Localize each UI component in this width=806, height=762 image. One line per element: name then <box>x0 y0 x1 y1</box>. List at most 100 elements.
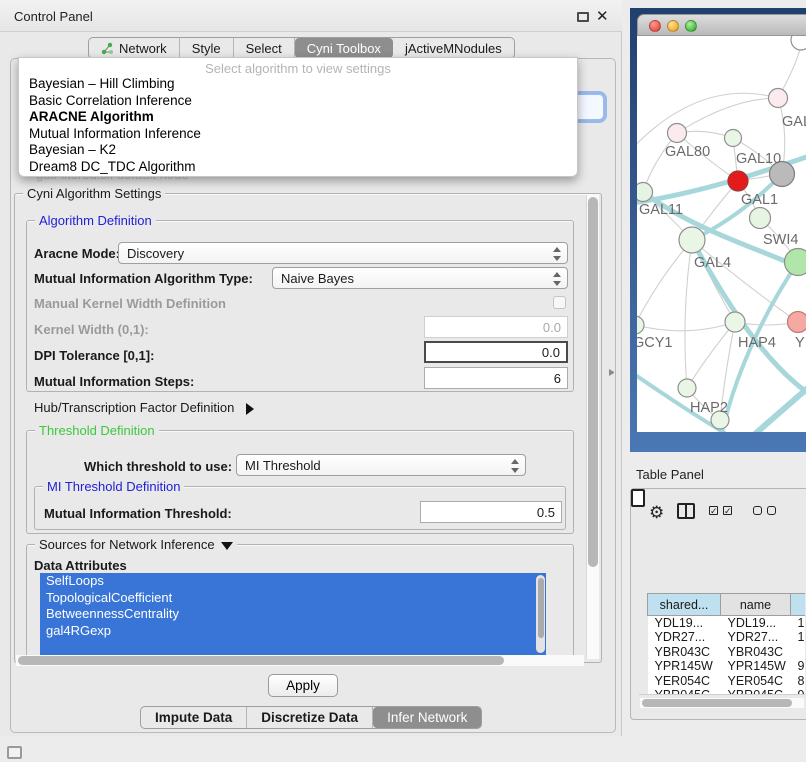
network-graph: GAL GAL80 GAL10 GAL1 GAL11 SWI4 GAL4 GCY… <box>637 36 806 432</box>
tab-cyni-toolbox[interactable]: Cyni Toolbox <box>295 38 393 58</box>
node-label: SWI4 <box>763 232 798 248</box>
mi-steps-label: Mutual Information Steps: <box>34 374 194 389</box>
attributes-scrollbar[interactable] <box>536 575 545 653</box>
algorithm-dropdown-popup: Select algorithm to view settings Bayesi… <box>18 57 578 177</box>
attribute-item[interactable]: SelfLoops <box>40 573 546 590</box>
dpi-tolerance-field[interactable]: 0.0 <box>424 341 568 363</box>
expander-down-icon[interactable] <box>221 542 233 550</box>
node-label: GAL11 <box>639 202 683 218</box>
apply-button[interactable]: Apply <box>268 674 338 697</box>
combo-stepper-icon <box>552 246 562 262</box>
close-icon[interactable]: ✕ <box>596 7 609 25</box>
attributes-scrollbar-thumb[interactable] <box>538 578 544 638</box>
table-horizontal-scrollbar-thumb[interactable] <box>642 699 792 707</box>
table-row[interactable]: YER054CYER054C8. <box>648 674 806 689</box>
table-horizontal-scrollbar[interactable] <box>640 698 804 708</box>
columns-icon[interactable] <box>677 503 695 519</box>
node-label: GAL1 <box>741 192 778 208</box>
algorithm-option[interactable]: Bayesian – Hill Climbing <box>19 76 577 93</box>
algorithm-popup-prompt: Select algorithm to view settings <box>19 58 577 76</box>
network-canvas[interactable]: GAL GAL80 GAL10 GAL1 GAL11 SWI4 GAL4 GCY… <box>637 36 806 432</box>
tab-jactivemnodules[interactable]: jActiveMNodules <box>393 38 514 58</box>
mi-type-combo[interactable]: Naive Bayes <box>272 267 568 289</box>
expander-right-icon <box>246 403 254 415</box>
sources-group-title: Sources for Network Inference <box>35 537 237 552</box>
table-scroll-area[interactable]: shared... name A YDL19...YDL19...13 YDR2… <box>639 541 805 695</box>
column-header-name[interactable]: name <box>721 594 791 616</box>
algorithm-option[interactable]: Basic Correlation Inference <box>19 93 577 110</box>
tab-network[interactable]: Network <box>89 38 180 58</box>
tab-cyni-toolbox-label: Cyni Toolbox <box>307 41 381 56</box>
algorithm-option[interactable]: Dream8 DC_TDC Algorithm <box>19 159 577 176</box>
network-icon <box>101 42 114 55</box>
manual-kernel-width-checkbox[interactable] <box>553 296 566 309</box>
document-icon[interactable] <box>631 489 645 507</box>
combo-stepper-icon <box>510 458 520 474</box>
bottom-tab-bar: Impute Data Discretize Data Infer Networ… <box>140 706 482 729</box>
which-threshold-label: Which threshold to use: <box>84 459 232 474</box>
algorithm-definition-title: Algorithm Definition <box>35 213 156 228</box>
network-edges-teal <box>637 154 806 432</box>
node-label: GAL4 <box>694 255 731 271</box>
splitpane-grabber[interactable] <box>609 369 616 376</box>
table-row[interactable]: YDL19...YDL19...13 <box>648 616 806 631</box>
table-row[interactable]: YDR27...YDR27...12 <box>648 630 806 645</box>
attribute-item[interactable]: TopologicalCoefficient <box>40 590 546 607</box>
aracne-mode-combo[interactable]: Discovery <box>118 242 568 264</box>
column-header-partial[interactable]: A <box>791 594 806 616</box>
attribute-item[interactable]: BetweennessCentrality <box>40 606 546 623</box>
gear-icon[interactable]: ⚙ <box>649 503 664 523</box>
cyni-algorithm-settings-title: Cyni Algorithm Settings <box>23 186 165 201</box>
which-threshold-combo[interactable]: MI Threshold <box>236 454 526 476</box>
kernel-width-field[interactable]: 0.0 <box>424 316 568 338</box>
table-panel: ⚙ ✓ ✓ shared... name A YDL19...YDL19...1… <box>630 488 806 720</box>
mi-steps-field[interactable]: 6 <box>424 367 568 389</box>
docked-panel-icon[interactable] <box>7 746 22 759</box>
mi-type-label: Mutual Information Algorithm Type: <box>34 271 253 286</box>
checked-checkbox-icon[interactable]: ✓ <box>709 506 718 515</box>
tab-select[interactable]: Select <box>234 38 295 58</box>
mi-threshold-field[interactable]: 0.5 <box>420 501 562 523</box>
algorithm-option-selected[interactable]: ARACNE Algorithm <box>19 109 577 126</box>
manual-kernel-width-label: Manual Kernel Width Definition <box>34 296 226 311</box>
minimize-traffic-light-icon[interactable] <box>667 20 679 32</box>
tab-discretize-data[interactable]: Discretize Data <box>247 707 373 728</box>
node-table: shared... name A YDL19...YDL19...13 YDR2… <box>647 593 805 695</box>
column-header-shared-name[interactable]: shared... <box>648 594 721 616</box>
table-row[interactable]: YBR043CYBR043C <box>648 645 806 660</box>
threshold-definition-title: Threshold Definition <box>35 423 159 438</box>
algorithm-option[interactable]: Mutual Information Inference <box>19 126 577 143</box>
combo-stepper-icon <box>552 271 562 287</box>
checked-checkbox-icon[interactable]: ✓ <box>723 506 732 515</box>
unchecked-checkbox-icon[interactable] <box>767 506 776 515</box>
tab-infer-network[interactable]: Infer Network <box>373 707 481 728</box>
data-attributes-label: Data Attributes <box>34 558 127 573</box>
network-window-titlebar[interactable] <box>637 14 806 36</box>
data-attributes-list[interactable]: SelfLoops TopologicalCoefficient Between… <box>40 573 546 655</box>
close-traffic-light-icon[interactable] <box>649 20 661 32</box>
tab-style-label: Style <box>192 41 221 56</box>
attribute-item[interactable]: gal4RGexp <box>40 623 546 640</box>
table-header-row: shared... name A <box>648 594 806 616</box>
unchecked-checkbox-icon[interactable] <box>753 506 762 515</box>
algorithm-option[interactable]: Bayesian – K2 <box>19 142 577 159</box>
kernel-width-label: Kernel Width (0,1): <box>34 322 149 337</box>
table-panel-title: Table Panel <box>636 467 704 482</box>
table-row[interactable]: YBR045CYBR045C9. <box>648 688 806 695</box>
node-label: GAL80 <box>665 144 710 160</box>
network-view-window[interactable]: GAL GAL80 GAL10 GAL1 GAL11 SWI4 GAL4 GCY… <box>630 8 806 452</box>
settings-vertical-scrollbar-thumb[interactable] <box>588 197 598 567</box>
node-label: GAL10 <box>736 151 781 167</box>
settings-horizontal-scrollbar-thumb[interactable] <box>18 656 504 665</box>
aracne-mode-label: Aracne Mode: <box>34 246 120 261</box>
tab-impute-data-label: Impute Data <box>155 710 232 725</box>
mi-type-value: Naive Bayes <box>281 271 354 286</box>
tab-select-label: Select <box>246 41 282 56</box>
float-window-icon[interactable] <box>577 12 589 22</box>
table-row[interactable]: YPR145WYPR145W9. <box>648 659 806 674</box>
tab-style[interactable]: Style <box>180 38 234 58</box>
sources-title-text: Sources for Network Inference <box>39 537 215 552</box>
zoom-traffic-light-icon[interactable] <box>685 20 697 32</box>
tab-impute-data[interactable]: Impute Data <box>141 707 247 728</box>
hub-expander[interactable]: Hub/Transcription Factor Definition <box>34 400 254 415</box>
